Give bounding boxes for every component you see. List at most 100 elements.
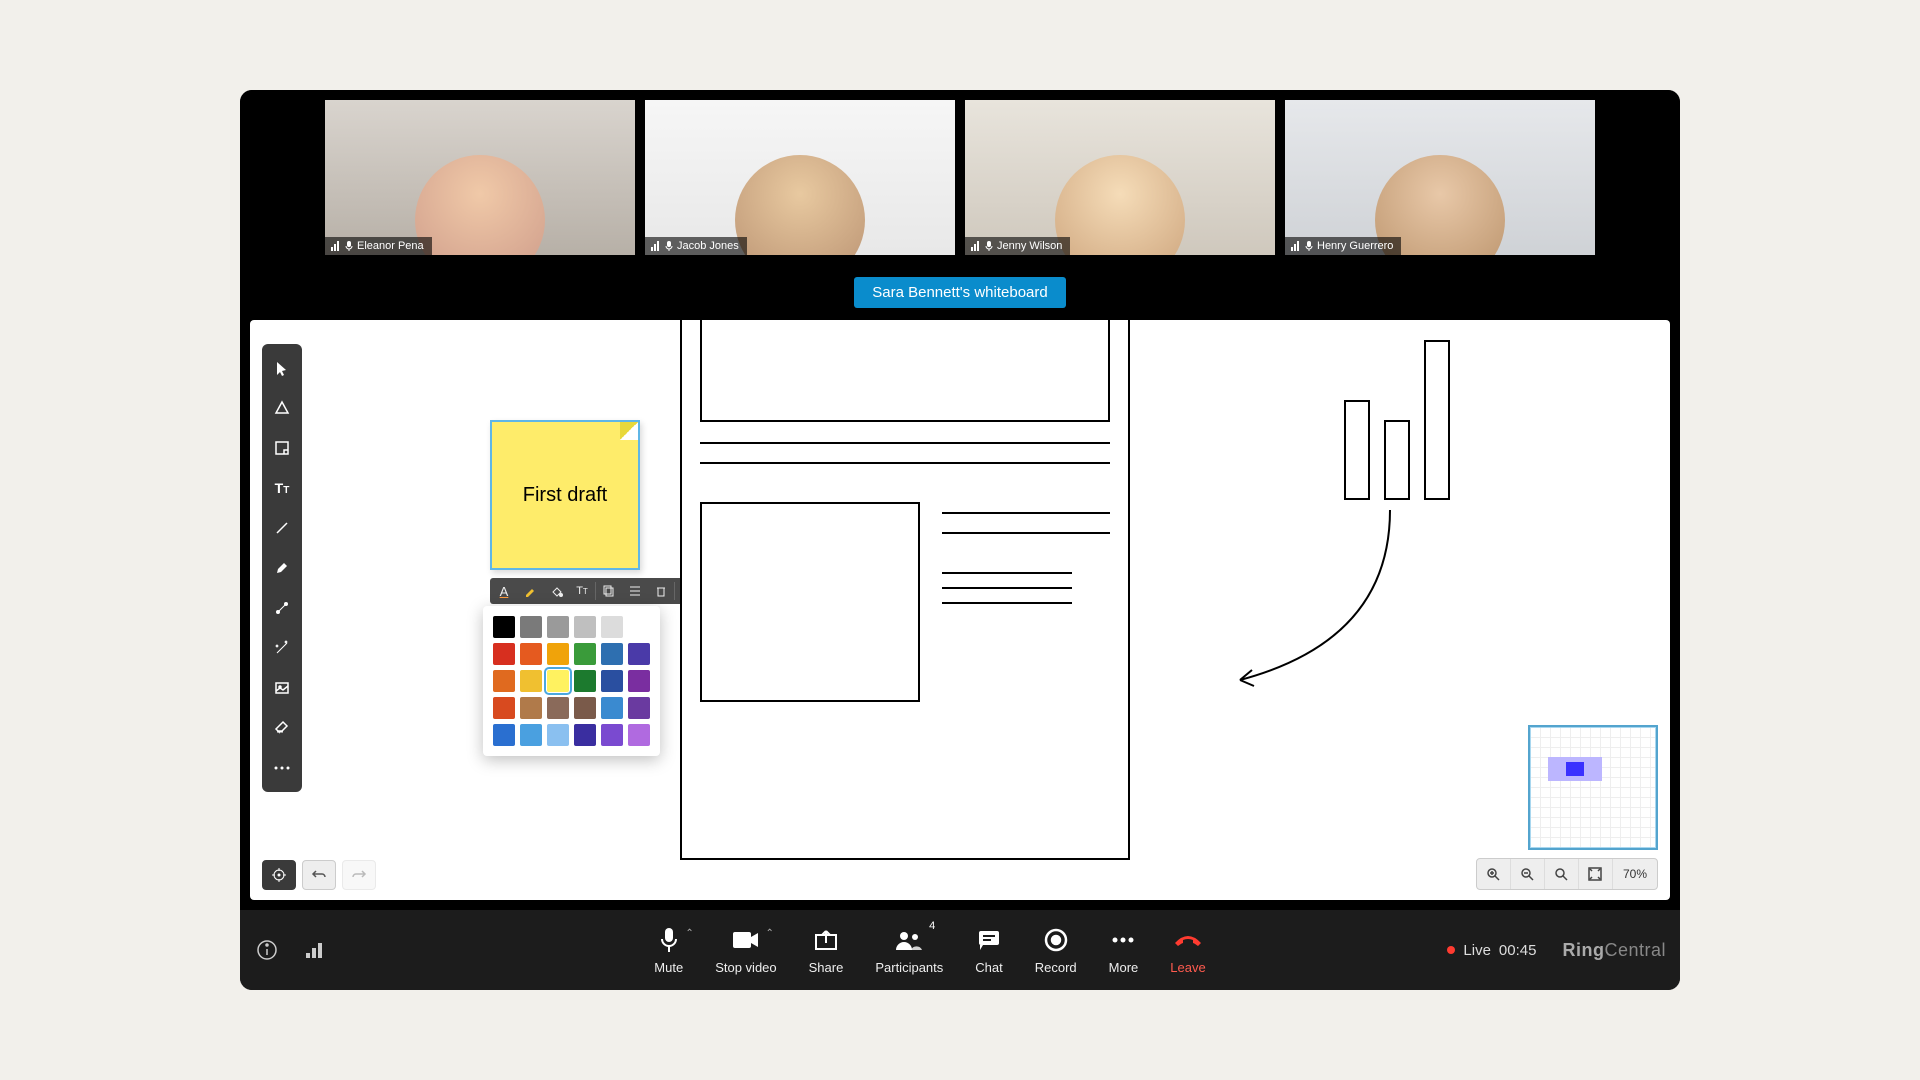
meeting-control-bar: ⌃ Mute ⌃ Stop video Share 4 Participants… xyxy=(240,910,1680,990)
video-tile[interactable]: Eleanor Pena xyxy=(325,100,635,255)
whiteboard-canvas[interactable]: TT 70% xyxy=(250,320,1670,900)
video-strip: Eleanor Pena Jacob Jones Jenny Wilson xyxy=(240,90,1680,265)
color-swatch[interactable] xyxy=(493,616,515,638)
zoom-percent: 70% xyxy=(1613,867,1657,881)
drawing-toolbar: TT xyxy=(262,344,302,792)
wireframe-shape[interactable] xyxy=(680,320,1130,860)
color-swatch[interactable] xyxy=(628,643,650,665)
mic-icon xyxy=(665,241,673,251)
magic-tool[interactable] xyxy=(262,628,302,668)
participants-label: Participants xyxy=(875,960,943,975)
live-status: Live 00:45 xyxy=(1447,942,1536,959)
highlight-button[interactable] xyxy=(517,579,543,603)
text-tool[interactable]: TT xyxy=(262,468,302,508)
zoom-fit-button[interactable] xyxy=(1579,859,1613,889)
recenter-button[interactable] xyxy=(262,860,296,890)
connector-tool[interactable] xyxy=(262,588,302,628)
color-swatch[interactable] xyxy=(601,697,623,719)
whiteboard-title: Sara Bennett's whiteboard xyxy=(854,277,1065,308)
color-palette xyxy=(483,606,660,756)
video-tile[interactable]: Jacob Jones xyxy=(645,100,955,255)
signal-icon xyxy=(1291,241,1301,251)
app-window: Eleanor Pena Jacob Jones Jenny Wilson xyxy=(240,90,1680,990)
more-tools[interactable] xyxy=(262,748,302,788)
signal-icon[interactable] xyxy=(302,937,328,963)
signal-icon xyxy=(651,241,661,251)
color-swatch[interactable] xyxy=(574,724,596,746)
color-swatch[interactable] xyxy=(601,616,623,638)
signal-icon xyxy=(971,241,981,251)
image-tool[interactable] xyxy=(262,668,302,708)
share-button[interactable]: Share xyxy=(809,926,844,975)
color-swatch[interactable] xyxy=(628,670,650,692)
pen-tool[interactable] xyxy=(262,548,302,588)
chat-button[interactable]: Chat xyxy=(975,926,1002,975)
record-label: Record xyxy=(1035,960,1077,975)
info-icon[interactable] xyxy=(254,937,280,963)
color-swatch[interactable] xyxy=(493,643,515,665)
zoom-reset-button[interactable] xyxy=(1545,859,1579,889)
video-tile[interactable]: Henry Guerrero xyxy=(1285,100,1595,255)
redo-button[interactable] xyxy=(342,860,376,890)
participants-count: 4 xyxy=(929,920,935,932)
minimap-viewport[interactable] xyxy=(1548,757,1602,781)
mic-icon xyxy=(985,241,993,251)
color-swatch[interactable] xyxy=(493,724,515,746)
color-swatch[interactable] xyxy=(547,724,569,746)
color-swatch[interactable] xyxy=(601,670,623,692)
color-swatch[interactable] xyxy=(574,670,596,692)
chevron-up-icon[interactable]: ⌃ xyxy=(766,928,774,939)
zoom-in-button[interactable] xyxy=(1477,859,1511,889)
color-swatch[interactable] xyxy=(601,724,623,746)
font-size-button[interactable]: TT xyxy=(569,579,595,603)
undo-button[interactable] xyxy=(302,860,336,890)
sticky-note-tool[interactable] xyxy=(262,428,302,468)
color-swatch[interactable] xyxy=(520,724,542,746)
record-button[interactable]: Record xyxy=(1035,926,1077,975)
more-button[interactable]: More xyxy=(1109,926,1139,975)
color-swatch[interactable] xyxy=(601,643,623,665)
participants-button[interactable]: 4 Participants xyxy=(875,926,943,975)
eraser-tool[interactable] xyxy=(262,708,302,748)
minimap[interactable] xyxy=(1528,725,1658,850)
mute-button[interactable]: ⌃ Mute xyxy=(654,926,683,975)
participant-name-tag: Jenny Wilson xyxy=(965,237,1070,255)
select-tool[interactable] xyxy=(262,348,302,388)
leave-button[interactable]: Leave xyxy=(1170,926,1205,975)
color-swatch[interactable] xyxy=(493,670,515,692)
shape-tool[interactable] xyxy=(262,388,302,428)
color-swatch[interactable] xyxy=(574,697,596,719)
color-swatch[interactable] xyxy=(520,670,542,692)
color-swatch[interactable] xyxy=(628,724,650,746)
chart-bar xyxy=(1384,420,1410,500)
stop-video-button[interactable]: ⌃ Stop video xyxy=(715,926,776,975)
delete-button[interactable] xyxy=(648,579,674,603)
color-swatch[interactable] xyxy=(547,616,569,638)
sticky-note-text: First draft xyxy=(523,484,607,507)
canvas-history-controls xyxy=(262,860,376,890)
chevron-up-icon[interactable]: ⌃ xyxy=(685,928,693,939)
zoom-out-button[interactable] xyxy=(1511,859,1545,889)
color-swatch[interactable] xyxy=(520,643,542,665)
text-color-button[interactable]: A xyxy=(491,579,517,603)
copy-button[interactable] xyxy=(596,579,622,603)
color-swatch[interactable] xyxy=(547,697,569,719)
color-swatch[interactable] xyxy=(574,616,596,638)
whiteboard-wrap: Sara Bennett's whiteboard TT xyxy=(240,265,1680,910)
video-tile[interactable]: Jenny Wilson xyxy=(965,100,1275,255)
color-swatch[interactable] xyxy=(547,670,569,692)
color-swatch[interactable] xyxy=(574,643,596,665)
align-button[interactable] xyxy=(622,579,648,603)
color-swatch[interactable] xyxy=(547,643,569,665)
participant-name: Jenny Wilson xyxy=(997,240,1062,252)
arrow-shape[interactable] xyxy=(1220,500,1400,700)
color-swatch[interactable] xyxy=(628,697,650,719)
bar-chart-shape[interactable] xyxy=(1344,340,1450,500)
participant-name-tag: Eleanor Pena xyxy=(325,237,432,255)
color-swatch[interactable] xyxy=(520,697,542,719)
color-swatch[interactable] xyxy=(493,697,515,719)
color-swatch[interactable] xyxy=(520,616,542,638)
sticky-note[interactable]: First draft xyxy=(490,420,640,570)
fill-color-button[interactable] xyxy=(543,579,569,603)
line-tool[interactable] xyxy=(262,508,302,548)
